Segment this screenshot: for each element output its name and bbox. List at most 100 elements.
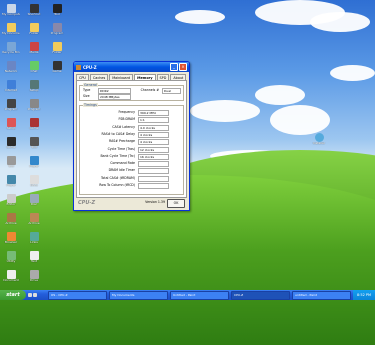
desktop-icon[interactable]: Program [2,99,20,112]
desktop-icon-label: Text [30,260,38,263]
desktop-icon[interactable]: Drive [25,270,43,283]
desktop-icon[interactable]: My Documents [2,23,20,36]
desktop-icon[interactable]: Program [25,99,43,112]
desktop-icon-label: Disc [30,203,38,206]
media-icon [6,175,16,184]
timing-row: Total CAS# (tRDRAM) [80,175,183,182]
desktop-icon[interactable]: Player [2,175,20,188]
desktop-icon-label: Folder [29,32,39,35]
desktop-icon-label: Tool [31,146,37,149]
start-button[interactable]: start [0,290,26,300]
desktop-icon[interactable]: Editor [2,194,20,207]
general-row: Type DDR2 Channels # Dual [80,88,183,94]
desktop-icon[interactable]: Recycle Bin [2,42,20,55]
media-icon [29,42,39,51]
general-row: Size 2048 MBytes [80,93,183,100]
desktop-icon-label: Drive [30,279,38,282]
taskbar-button[interactable]: CPU-Z [231,290,290,300]
computer-icon [6,4,16,13]
desktop-icon[interactable]: Network [2,61,20,74]
desktop-icon-label: Document [3,279,19,282]
taskbar-button[interactable]: OS - CPU-Z [48,290,107,300]
desktop-icon[interactable]: Tool [25,137,43,150]
timing-value: 4 clocks [138,131,169,138]
desktop-icon[interactable]: Setup [2,118,20,131]
desktop-icon[interactable]: Folder [25,23,43,36]
desktop-icon[interactable]: Links [25,232,43,245]
ok-button[interactable]: OK [167,199,185,208]
timing-label: FSB:DRAM [118,117,135,122]
general-group-label: General [83,83,98,87]
desktop-icon[interactable]: Tool [2,156,20,169]
desktop-icon-label: Archive [5,222,17,225]
window-footer: CPU-Z Version 1.39 OK [76,199,187,208]
desktop-icon[interactable]: Utility [2,251,20,264]
desktop-icon-label: Tool [54,13,60,16]
zip-icon [29,213,39,222]
timing-row: FSB:DRAM 1:1 [80,117,183,124]
desktop-icon[interactable]: Internet [2,80,20,93]
desktop-icon[interactable]: Tool [48,4,66,17]
desktop-icon[interactable]: Game [48,61,66,74]
app-icon [52,23,62,32]
desktop-icon-label: Game [52,70,62,73]
desktop-icon[interactable]: Program [48,23,66,36]
timing-row: Row To Column (tRCD) [80,183,183,189]
window-titlebar[interactable]: CPU-Z _ × [74,62,189,72]
desktop-icon-label: Network [4,70,18,73]
zip-icon [6,213,16,222]
app-icon [29,99,39,108]
desktop-icon-label: Editor [6,203,16,206]
minimize-button[interactable]: _ [170,63,178,71]
desktop-icon-label: Recycle Bin [2,51,20,54]
desktop-icon[interactable]: Setup [25,80,43,93]
desktop-icon[interactable]: Media [25,42,43,55]
close-button[interactable]: × [179,63,187,71]
desktop-icon[interactable]: Archive [25,213,43,226]
media-icon [29,156,39,165]
desktop-icon[interactable]: Docs [25,175,43,188]
timing-value [138,175,169,182]
quick-launch [26,293,48,297]
ie-icon[interactable] [33,293,37,297]
desktop-icon[interactable]: Archive [2,213,20,226]
desktop-icon[interactable]: Game [25,118,43,131]
desktop-icon-label: Shortcut [27,13,41,16]
general-group: General Type DDR2 Channels # Dual Size 2048 M… [79,83,184,101]
show-desktop-icon[interactable] [28,293,32,297]
file-icon [6,270,16,279]
disc-icon [314,133,324,142]
taskbar-button[interactable]: untitled - Paint [292,290,351,300]
desktop-icon[interactable]: Player [25,156,43,169]
recycle-bin-icon [6,42,16,51]
timing-row: Bank Cycle Time (Trc) 16 clocks [80,153,183,160]
timing-label: CAS# Latency [112,124,135,129]
taskbar-button[interactable]: Untitled - Paint [170,290,229,300]
timing-label: Command Rate [110,161,135,166]
desktop-icon[interactable]: Document [2,270,20,283]
desktop-icon[interactable]: Browser [2,232,20,245]
taskbar-button[interactable]: My Documents [109,290,168,300]
game-icon [29,118,39,127]
timing-row: DRAM Idle Timer [80,168,183,175]
desktop-icon[interactable]: Disc [25,194,43,207]
desktop-icon-label: Player [6,184,16,187]
desktop-icon[interactable]: Game [2,137,20,150]
desktop-icon-installer[interactable]: Installer [310,133,328,146]
disc-icon [29,194,39,203]
desktop-icon-label: Chat [30,70,38,73]
game-icon [6,137,16,146]
desktop-icon-label: Media [29,51,39,54]
timing-row: RAS# to CAS# Delay 4 clocks [80,131,183,138]
folder-icon [29,23,39,32]
timing-value: 399.2 MHz [138,110,169,116]
cpuz-window[interactable]: CPU-Z _ × CPU Caches Mainboard Memory SPD Abo… [73,61,190,211]
desktop-icon[interactable]: Shortcut [25,4,43,17]
desktop-icon[interactable]: Chat [25,61,43,74]
desktop-icon[interactable]: My Computer [2,4,20,17]
desktop-icon[interactable]: Folder [48,42,66,55]
tab-panel: General Type DDR2 Channels # Dual Size 2048 M… [76,80,187,198]
desktop-icon[interactable]: Text [25,251,43,264]
app-icon [6,99,16,108]
app-icon [29,80,39,89]
